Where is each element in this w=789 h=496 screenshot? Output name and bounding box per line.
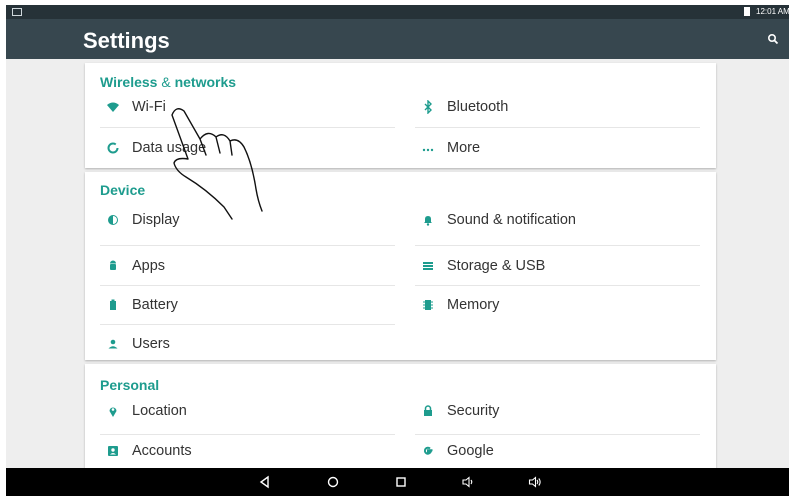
settings-item-wifi[interactable]: Wi-Fi <box>100 88 395 126</box>
settings-item-display[interactable]: Display <box>100 201 395 239</box>
display-icon <box>106 213 120 227</box>
settings-item-label: Battery <box>132 297 178 313</box>
settings-item-label: Data usage <box>132 140 207 156</box>
search-icon[interactable] <box>767 33 779 45</box>
settings-item-label: Memory <box>447 297 500 313</box>
divider <box>415 127 700 128</box>
settings-item-bluetooth[interactable]: Bluetooth <box>415 88 710 126</box>
status-time: 12:01 AM <box>756 7 789 16</box>
google-icon <box>421 444 435 458</box>
settings-item-label: Location <box>132 403 187 419</box>
volume-up-icon[interactable] <box>528 475 542 489</box>
recents-icon[interactable] <box>394 475 408 489</box>
settings-item-accounts[interactable]: Accounts <box>100 432 395 470</box>
settings-item-security[interactable]: Security <box>415 392 710 430</box>
settings-screen: 12:01 AM Settings Wireless & networks Wi… <box>6 5 789 496</box>
section-header-personal: Personal <box>100 377 160 393</box>
settings-item-google[interactable]: Google <box>415 432 710 470</box>
android-icon <box>106 259 120 273</box>
settings-item-more[interactable]: More <box>415 129 710 167</box>
back-icon[interactable] <box>258 475 272 489</box>
app-bar: Settings <box>6 19 789 59</box>
battery-icon <box>106 298 120 312</box>
storage-icon <box>421 259 435 273</box>
settings-item-label: Users <box>132 336 170 352</box>
settings-item-users[interactable]: Users <box>100 325 395 363</box>
divider <box>100 127 395 128</box>
settings-item-label: Google <box>447 443 494 459</box>
section-header-device: Device <box>100 182 146 198</box>
settings-item-sound-notification[interactable]: Sound & notification <box>415 201 710 239</box>
bluetooth-icon <box>421 100 435 114</box>
bell-icon <box>421 213 435 227</box>
settings-item-label: Accounts <box>132 443 192 459</box>
settings-item-label: Apps <box>132 258 166 274</box>
settings-item-label: Bluetooth <box>447 99 509 115</box>
settings-item-label: Display <box>132 212 180 228</box>
settings-item-label: More <box>447 140 481 156</box>
settings-item-battery[interactable]: Battery <box>100 286 395 324</box>
page-title: Settings <box>83 28 170 53</box>
volume-down-icon[interactable] <box>461 475 475 489</box>
more-icon <box>421 141 435 155</box>
divider <box>415 245 700 246</box>
user-icon <box>106 337 120 351</box>
settings-item-label: Wi-Fi <box>132 99 166 115</box>
memory-icon <box>421 298 435 312</box>
lock-icon <box>421 404 435 418</box>
divider <box>100 245 395 246</box>
wireless-networks-card: Wireless & networks Wi-Fi Bluetooth Data… <box>85 63 716 168</box>
battery-status-icon <box>744 7 750 16</box>
settings-item-location[interactable]: Location <box>100 392 395 430</box>
home-icon[interactable] <box>326 475 340 489</box>
personal-card: Personal Location Security Accounts Goog… <box>85 364 716 474</box>
screenshot-notification-icon <box>12 8 22 16</box>
settings-item-label: Sound & notification <box>447 212 576 228</box>
settings-item-apps[interactable]: Apps <box>100 247 395 285</box>
settings-item-label: Security <box>447 403 500 419</box>
status-bar: 12:01 AM <box>6 5 789 19</box>
settings-item-data-usage[interactable]: Data usage <box>100 129 395 167</box>
device-card: Device Display Sound & notification Apps <box>85 172 716 360</box>
wifi-icon <box>106 100 120 114</box>
navigation-bar <box>6 468 789 496</box>
settings-item-storage-usb[interactable]: Storage & USB <box>415 247 710 285</box>
settings-item-memory[interactable]: Memory <box>415 286 710 324</box>
settings-item-label: Storage & USB <box>447 258 546 274</box>
location-icon <box>106 404 120 418</box>
accounts-icon <box>106 444 120 458</box>
data-usage-icon <box>106 141 120 155</box>
